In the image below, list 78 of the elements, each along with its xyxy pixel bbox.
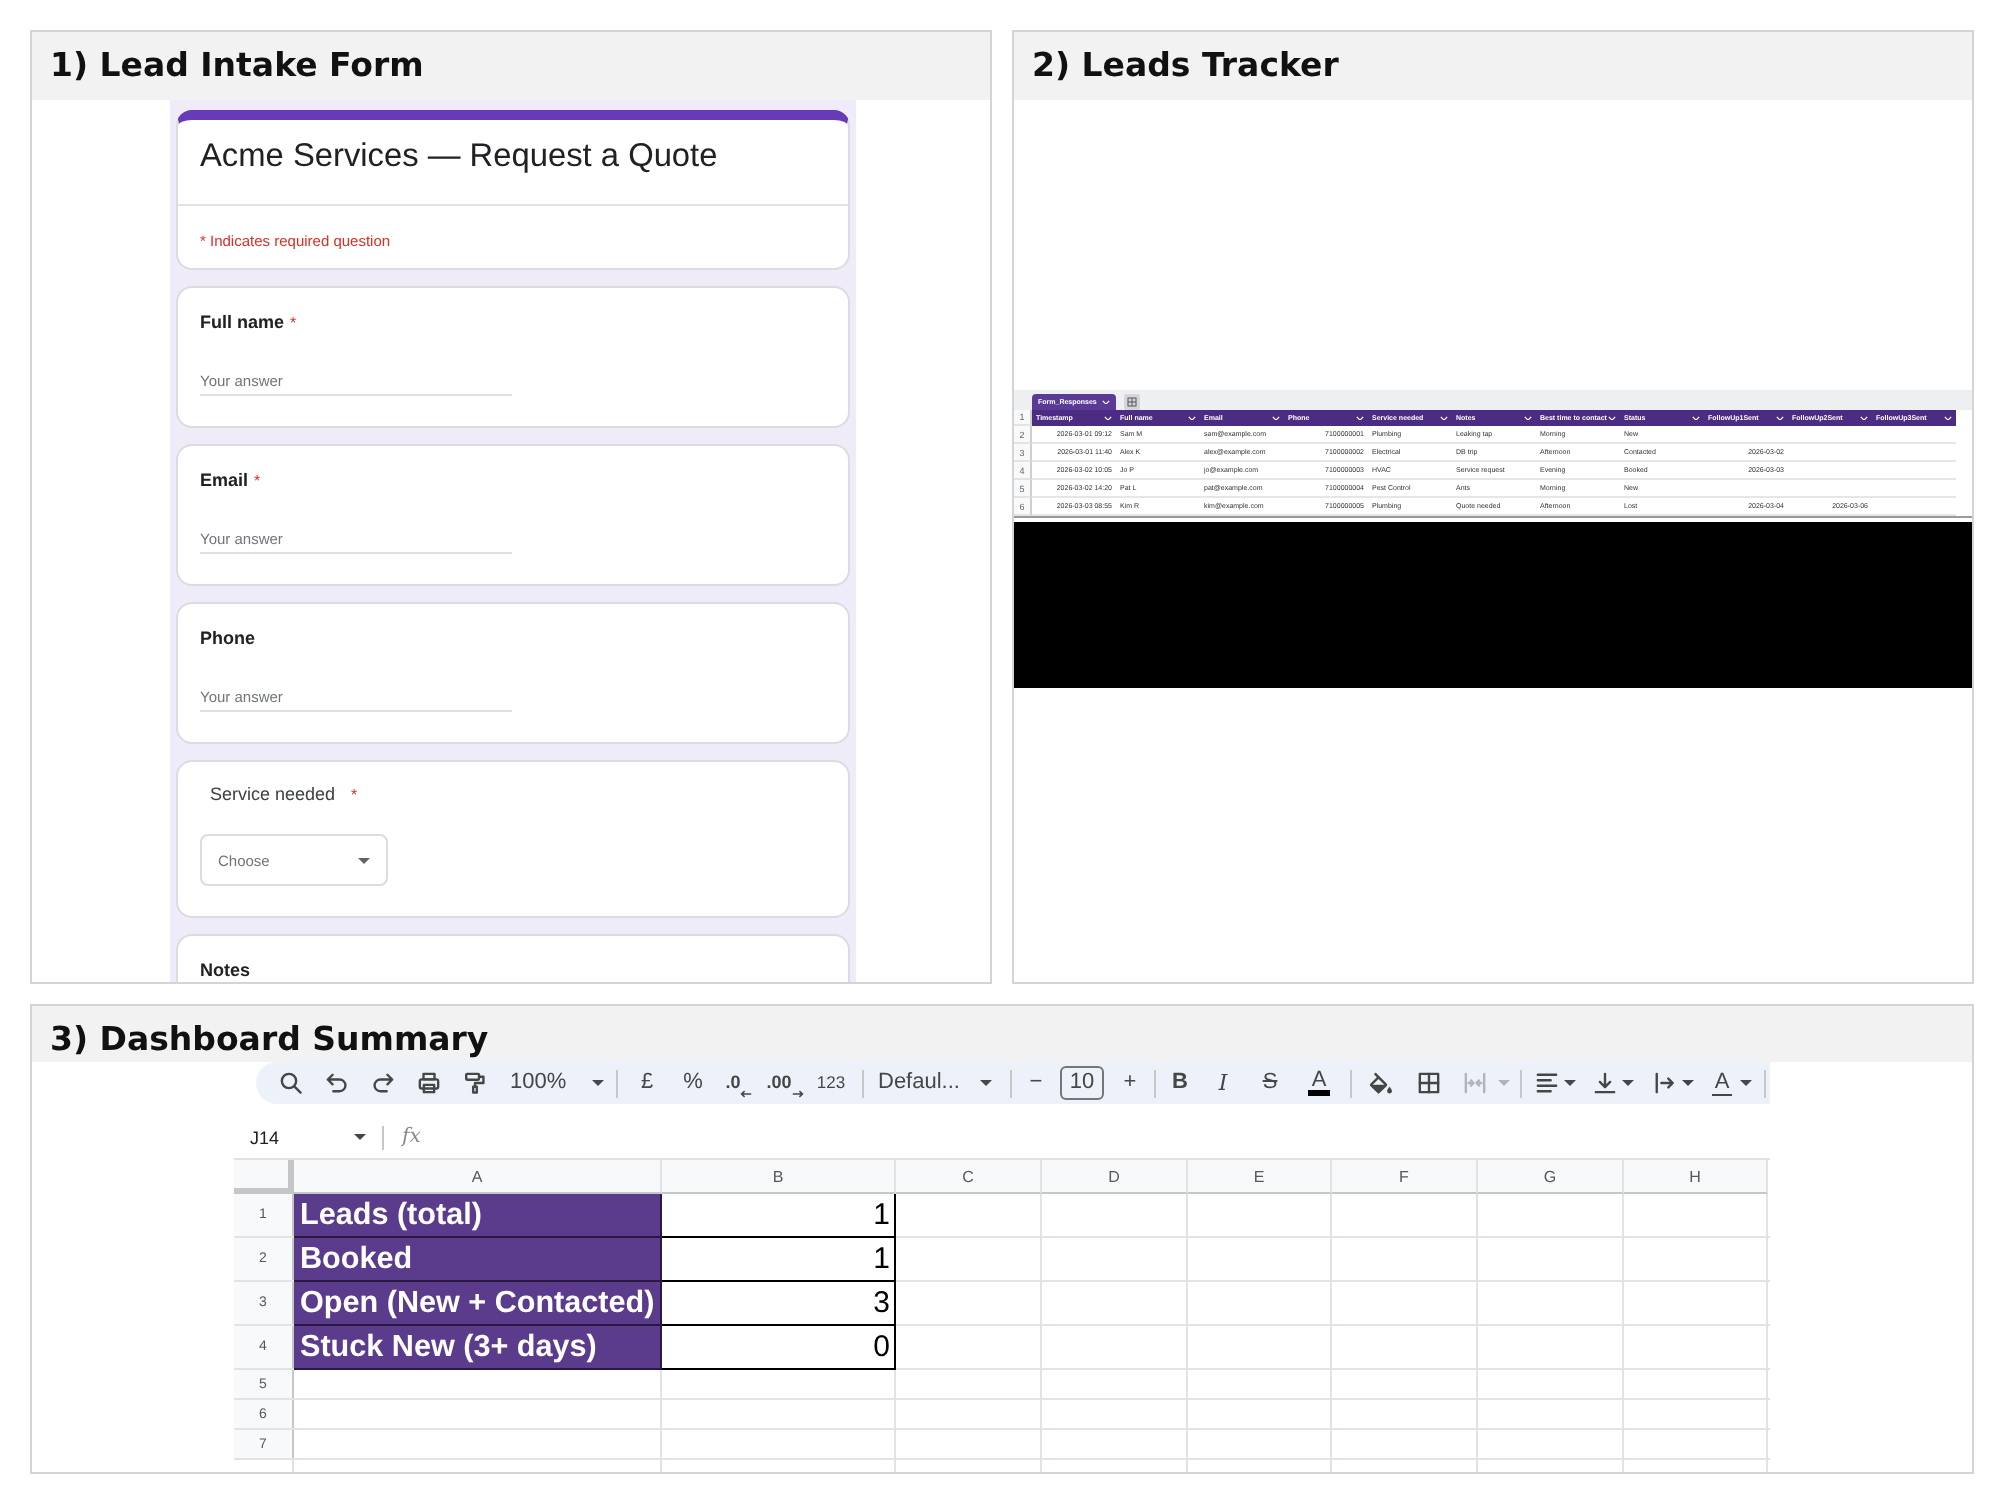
currency-format-tool[interactable]: £ xyxy=(640,1070,654,1096)
cell-reference-select[interactable]: J14 xyxy=(250,1127,366,1147)
chevron-down-icon[interactable] xyxy=(1272,415,1280,421)
table-cell: Leads (total) xyxy=(294,1194,662,1238)
chevron-down-icon[interactable] xyxy=(1356,415,1364,421)
chevron-down-icon[interactable] xyxy=(1524,415,1532,421)
font-select[interactable]: Defaul... xyxy=(878,1070,992,1096)
bold-tool[interactable]: B xyxy=(1172,1070,1188,1096)
caret-down-icon[interactable] xyxy=(592,1080,604,1086)
panel-title: 3) Dashboard Summary xyxy=(50,1020,489,1060)
decrease-font-size-tool[interactable]: − xyxy=(1029,1070,1043,1096)
column-header: C xyxy=(896,1160,1042,1194)
percent-format-tool[interactable]: % xyxy=(683,1070,703,1096)
table-cell: 1 xyxy=(662,1194,896,1238)
print-icon[interactable] xyxy=(418,1072,440,1094)
arrow-right-icon xyxy=(791,1090,804,1098)
table-cell: Stuck New (3+ days) xyxy=(294,1326,662,1370)
caret-down-icon[interactable] xyxy=(1564,1080,1576,1086)
italic-tool[interactable]: I xyxy=(1218,1070,1228,1096)
text-color-tool[interactable]: A xyxy=(1307,1070,1331,1096)
caret-down-icon[interactable] xyxy=(354,1134,366,1140)
column-header: D xyxy=(1042,1160,1188,1194)
arrow-left-icon xyxy=(740,1090,753,1098)
font-size-field[interactable]: 10 xyxy=(1060,1066,1104,1100)
chevron-down-icon[interactable] xyxy=(1776,415,1784,421)
table-cell: 3 xyxy=(662,1282,896,1326)
strikethrough-tool[interactable]: S xyxy=(1262,1070,1278,1096)
required-mark: * xyxy=(351,784,358,806)
question-label: Full name xyxy=(200,312,285,334)
question-label: Phone xyxy=(200,628,256,650)
chevron-down-icon[interactable] xyxy=(1860,415,1868,421)
required-mark: * xyxy=(254,470,261,492)
question-label: Service needed xyxy=(210,784,336,806)
undo-icon[interactable] xyxy=(326,1072,348,1094)
panel-title: 1) Lead Intake Form xyxy=(50,46,424,86)
increase-decimal-tool[interactable]: .00 xyxy=(766,1070,804,1096)
panel-title: 2) Leads Tracker xyxy=(1032,46,1339,86)
decrease-decimal-tool[interactable]: .0 xyxy=(725,1070,753,1096)
number-format-tool[interactable]: 123 xyxy=(816,1070,846,1096)
paint-roller-icon[interactable] xyxy=(464,1072,486,1094)
table-cell: Open (New + Contacted) xyxy=(294,1282,662,1326)
caret-down-icon[interactable] xyxy=(1740,1080,1752,1086)
table-icon[interactable] xyxy=(1124,393,1141,409)
column-header: B xyxy=(662,1160,896,1194)
chevron-down-icon[interactable] xyxy=(1944,415,1952,421)
paint-bucket-icon[interactable] xyxy=(1369,1072,1391,1094)
chevron-down-icon[interactable] xyxy=(1188,415,1196,421)
question-label: Notes xyxy=(200,960,251,982)
chevron-down-icon[interactable] xyxy=(1440,415,1448,421)
chevron-down-icon[interactable] xyxy=(1104,415,1112,421)
table-cell: 1 xyxy=(662,1238,896,1282)
chevron-down-icon[interactable] xyxy=(1608,415,1616,421)
caret-down-icon xyxy=(358,857,370,863)
caret-down-icon[interactable] xyxy=(1682,1080,1694,1086)
column-header: G xyxy=(1478,1160,1624,1194)
caret-down-icon[interactable] xyxy=(980,1080,992,1086)
chevron-down-icon[interactable] xyxy=(1102,399,1111,405)
text-wrap-icon[interactable] xyxy=(1653,1072,1675,1094)
redo-icon[interactable] xyxy=(372,1072,394,1094)
column-header: F xyxy=(1332,1160,1478,1194)
column-header: E xyxy=(1188,1160,1332,1194)
borders-icon[interactable] xyxy=(1417,1072,1439,1094)
increase-font-size-tool[interactable]: + xyxy=(1123,1070,1137,1096)
column-header: A xyxy=(294,1160,662,1194)
align-left-icon[interactable] xyxy=(1535,1072,1557,1094)
align-bottom-icon[interactable] xyxy=(1593,1072,1615,1094)
function-label: fx xyxy=(402,1126,421,1148)
search-icon[interactable] xyxy=(280,1072,302,1094)
caret-down-icon[interactable] xyxy=(1622,1080,1634,1086)
form-title: Acme Services — Request a Quote xyxy=(200,136,718,176)
column-header: H xyxy=(1624,1160,1768,1194)
text-rotation-tool[interactable]: A xyxy=(1712,1071,1732,1095)
zoom-select[interactable]: 100% xyxy=(502,1070,604,1096)
chevron-down-icon[interactable] xyxy=(1692,415,1700,421)
table-cell: 0 xyxy=(662,1326,896,1370)
question-label: Email xyxy=(200,470,249,492)
required-mark: * xyxy=(290,312,297,334)
table-cell: Booked xyxy=(294,1238,662,1282)
